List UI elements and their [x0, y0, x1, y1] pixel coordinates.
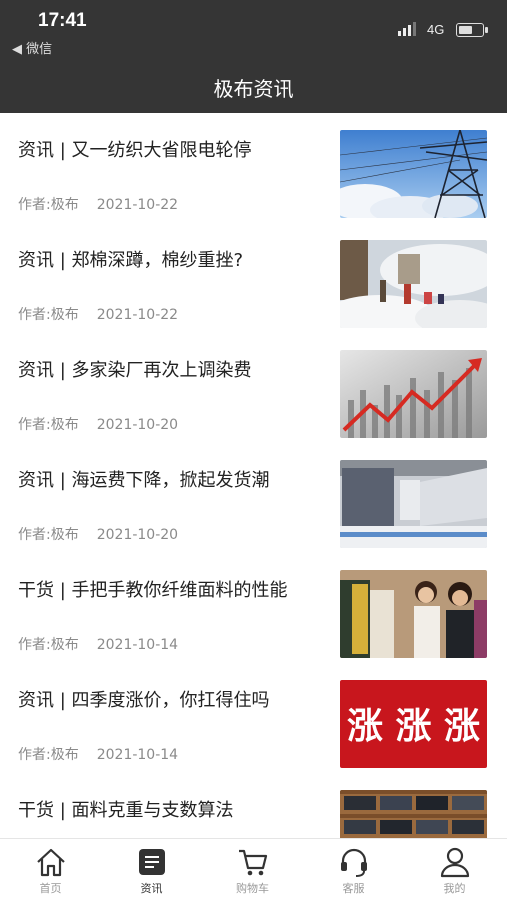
- tab-news[interactable]: 资讯: [101, 839, 202, 901]
- article-meta: 作者:极布 2021-10-22: [18, 194, 178, 214]
- article-item[interactable]: 干货 | 手把手教你纤维面料的性能 作者:极布 2021-10-14: [0, 553, 507, 663]
- power-tower-image: [340, 130, 487, 218]
- article-meta: 作者:极布 2021-10-14: [18, 634, 178, 654]
- article-item[interactable]: 资讯 | 又一纺织大省限电轮停 作者:极布 2021-10-22: [0, 113, 507, 223]
- page-title: 极布资讯: [213, 77, 294, 101]
- article-title: 资讯 | 郑棉深蹲，棉纱重挫?: [18, 250, 244, 271]
- article-date: 2021-10-20: [96, 527, 179, 543]
- article-date: 2021-10-14: [96, 637, 179, 653]
- price-rise-text: 涨 涨 涨: [347, 706, 480, 747]
- article-author: 作者:极布: [18, 527, 79, 543]
- article-author: 作者:极布: [18, 197, 79, 213]
- tab-label: 客服: [342, 882, 365, 895]
- article-date: 2021-10-22: [96, 307, 179, 323]
- article-date: 2021-10-22: [96, 197, 179, 213]
- bottom-tab-bar: 首页 资讯 购物车 客服 我的: [0, 838, 507, 901]
- article-author: 作者:极布: [18, 747, 79, 763]
- top-bar: 17:41 ◀ 微信 4G 极布资讯: [0, 0, 507, 113]
- article-title: 资讯 | 海运费下降，掀起发货潮: [18, 470, 270, 491]
- home-icon: [37, 848, 65, 877]
- signal-icon: [398, 22, 416, 36]
- article-item[interactable]: 资讯 | 四季度涨价，你扛得住吗 作者:极布 2021-10-14 涨 涨 涨: [0, 663, 507, 773]
- shipping-containers-image: [340, 460, 487, 548]
- price-rise-image: 涨 涨 涨: [340, 680, 487, 768]
- cotton-harvest-image: [340, 240, 487, 328]
- article-author: 作者:极布: [18, 417, 79, 433]
- cart-icon: [239, 849, 268, 876]
- article-meta: 作者:极布 2021-10-14: [18, 744, 178, 764]
- user-icon: [440, 847, 470, 878]
- tab-support[interactable]: 客服: [303, 839, 404, 901]
- battery-icon: [456, 23, 488, 37]
- article-title: 干货 | 面料克重与支数算法: [18, 800, 234, 821]
- article-meta: 作者:极布 2021-10-22: [18, 304, 178, 324]
- article-date: 2021-10-20: [96, 417, 179, 433]
- tab-home[interactable]: 首页: [0, 839, 101, 901]
- article-meta: 作者:极布 2021-10-20: [18, 414, 178, 434]
- article-item[interactable]: 资讯 | 郑棉深蹲，棉纱重挫? 作者:极布 2021-10-22: [0, 223, 507, 333]
- news-icon: [139, 849, 165, 875]
- tab-label: 首页: [39, 882, 62, 895]
- tab-cart[interactable]: 购物车: [202, 839, 303, 901]
- headset-icon: [341, 848, 367, 877]
- battery-level: [459, 26, 473, 34]
- article-title: 干货 | 手把手教你纤维面料的性能: [18, 580, 288, 601]
- article-date: 2021-10-14: [96, 747, 179, 763]
- clothing-shopping-image: [340, 570, 487, 658]
- article-meta: 作者:极布 2021-10-20: [18, 524, 178, 544]
- back-to-wechat-link[interactable]: ◀ 微信: [12, 38, 52, 57]
- network-type: 4G: [427, 22, 445, 37]
- tab-label: 购物车: [236, 882, 269, 895]
- article-title: 资讯 | 又一纺织大省限电轮停: [18, 140, 252, 161]
- article-title: 资讯 | 多家染厂再次上调染费: [18, 360, 252, 381]
- article-item[interactable]: 资讯 | 海运费下降，掀起发货潮 作者:极布 2021-10-20: [0, 443, 507, 553]
- article-author: 作者:极布: [18, 307, 79, 323]
- tab-label: 我的: [443, 882, 466, 895]
- tab-label: 资讯: [140, 882, 163, 895]
- status-time: 17:41: [38, 10, 87, 31]
- article-title: 资讯 | 四季度涨价，你扛得住吗: [18, 690, 270, 711]
- article-item[interactable]: 资讯 | 多家染厂再次上调染费 作者:极布 2021-10-20: [0, 333, 507, 443]
- article-author: 作者:极布: [18, 637, 79, 653]
- rising-arrow-image: [340, 350, 487, 438]
- tab-profile[interactable]: 我的: [404, 839, 505, 901]
- article-list: 资讯 | 又一纺织大省限电轮停 作者:极布 2021-10-22 资讯 | 郑棉深…: [0, 113, 507, 883]
